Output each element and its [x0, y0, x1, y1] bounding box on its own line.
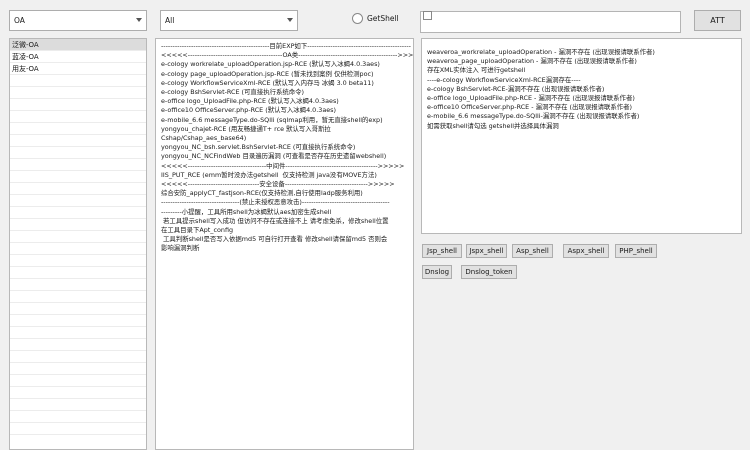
getshell-radio[interactable]: [352, 13, 363, 24]
getshell-label: GetShell: [367, 14, 399, 23]
chevron-down-icon: [136, 18, 142, 22]
sidebar-empty-row: [10, 207, 146, 219]
sidebar-empty-row: [10, 411, 146, 423]
aspx-shell-button[interactable]: Aspx_shell: [563, 244, 609, 258]
sidebar-item[interactable]: 泛微-OA: [10, 39, 146, 51]
sidebar-empty-row: [10, 195, 146, 207]
exploit-line: e-cology BshServlet-RCE (可直接执行系统命令): [161, 88, 305, 97]
result-output-panel[interactable]: weaveroa_workrelate_uploadOperation - 漏洞…: [421, 38, 742, 234]
sidebar-empty-row: [10, 315, 146, 327]
sidebar-empty-row: [10, 75, 146, 87]
exploit-line: e-cology WorkflowServiceXml-RCE (默认写入内存马…: [161, 78, 374, 87]
sidebar-empty-row: [10, 375, 146, 387]
exploit-list-panel[interactable]: ----------------------------------------…: [155, 38, 414, 450]
sidebar-empty-row: [10, 219, 146, 231]
result-line: e-mobile_6.6 messageType.do-SQlli-漏洞不存在 …: [427, 112, 640, 121]
asp-shell-button[interactable]: Asp_shell: [512, 244, 553, 258]
exploit-line: e-office10 OfficeServer.php-RCE (默认写入冰蝎4…: [161, 106, 336, 115]
sidebar-empty-row: [10, 255, 146, 267]
target-url-input[interactable]: [420, 11, 681, 33]
php-shell-button[interactable]: PHP_shell: [615, 244, 657, 258]
url-checkbox[interactable]: [423, 11, 432, 20]
result-line: 存在XML实体注入 可进行getshell: [427, 66, 526, 75]
exploit-line: e-cology workrelate_uploadOperation.jsp-…: [161, 60, 380, 69]
result-line: weaveroa_workrelate_uploadOperation - 漏洞…: [427, 48, 655, 56]
exploit-line: 若工具提示shell写入成功 但访问不存在或连接不上 请考虑免杀，修改shell…: [161, 216, 389, 225]
jspx-shell-button[interactable]: Jspx_shell: [466, 244, 507, 258]
exploit-line: ----------------------------------(禁止未授权…: [161, 198, 390, 207]
sidebar-empty-row: [10, 339, 146, 351]
sidebar-empty-row: [10, 183, 146, 195]
exploit-line: e-cology page_uploadOperation.jsp-RCE (暂…: [161, 69, 374, 78]
chevron-down-icon: [287, 18, 293, 22]
sidebar-empty-row: [10, 171, 146, 183]
sidebar-empty-row: [10, 303, 146, 315]
product-select-value: OA: [14, 16, 25, 25]
sidebar-empty-row: [10, 99, 146, 111]
result-line: 如需获取shell请勾选 getshell并选择具体漏洞: [427, 121, 559, 130]
exploit-line: Cshap/Cshap_aes_base64): [161, 134, 247, 143]
sidebar-empty-row: [10, 135, 146, 147]
sidebar-empty-row: [10, 291, 146, 303]
module-select[interactable]: All: [160, 10, 298, 31]
att-button[interactable]: ATT: [694, 10, 741, 31]
module-select-value: All: [165, 16, 175, 25]
exploit-line: IIS_PUT_RCE (emm暂时没办法getshell 仅支持检测 java…: [161, 170, 377, 179]
sidebar-empty-row: [10, 231, 146, 243]
exploit-line: yongyou_chajet-RCE (用友畅捷通T+ rce 默认写入哥斯拉: [161, 124, 331, 133]
jsp-shell-button[interactable]: Jsp_shell: [422, 244, 462, 258]
sidebar-item[interactable]: 蓝凌-OA: [10, 51, 146, 63]
result-line: e-office logo_UploadFile.php-RCE - 漏洞不存在…: [427, 94, 635, 103]
sidebar-empty-row: [10, 387, 146, 399]
exploit-line: ----------------------------------------…: [161, 42, 411, 50]
result-line: e-cology BshServlet-RCE-漏洞不存在 (出现误报请联系作者…: [427, 84, 605, 93]
sidebar-empty-row: [10, 363, 146, 375]
sidebar-empty-row: [10, 267, 146, 279]
exploit-line: ---------小提醒，工具所用shell为冰蝎默认aes加密生成shell: [161, 207, 332, 216]
sidebar-empty-row: [10, 87, 146, 99]
sidebar-empty-row: [10, 159, 146, 171]
product-list[interactable]: 泛微-OA 蓝凌-OA 用友-OA: [9, 38, 147, 450]
sidebar-empty-row: [10, 399, 146, 411]
product-select[interactable]: OA: [9, 10, 147, 31]
dnslog-token-button[interactable]: Dnslog_token: [461, 265, 517, 279]
sidebar-empty-row: [10, 351, 146, 363]
exploit-line: <<<<<-------------------------------安全设备…: [161, 180, 395, 189]
exploit-line: e-mobile_6.6 messageType.do-SQlli (sqlma…: [161, 115, 383, 124]
sidebar-empty-row: [10, 327, 146, 339]
exploit-line: 在工具目录下Apt_config: [161, 226, 234, 235]
exploit-line: yongyou_NC_NCFindWeb 目录遍历漏洞 (可查看是否存在历史遗留…: [161, 152, 387, 161]
result-line: ----e-cology WorkflowServiceXml-RCE漏洞存在-…: [427, 75, 581, 84]
sidebar-empty-row: [10, 123, 146, 135]
sidebar-empty-row: [10, 423, 146, 435]
sidebar-empty-row: [10, 243, 146, 255]
sidebar-empty-row: [10, 111, 146, 123]
exploit-line: 影响漏洞判断: [161, 244, 200, 253]
sidebar-empty-row: [10, 279, 146, 291]
exploit-line: <<<<<----------------------------------中…: [161, 161, 405, 170]
sidebar-item[interactable]: 用友-OA: [10, 63, 146, 75]
dnslog-button[interactable]: Dnslog: [422, 265, 452, 279]
sidebar-empty-row: [10, 147, 146, 159]
getshell-option[interactable]: GetShell: [352, 13, 399, 24]
